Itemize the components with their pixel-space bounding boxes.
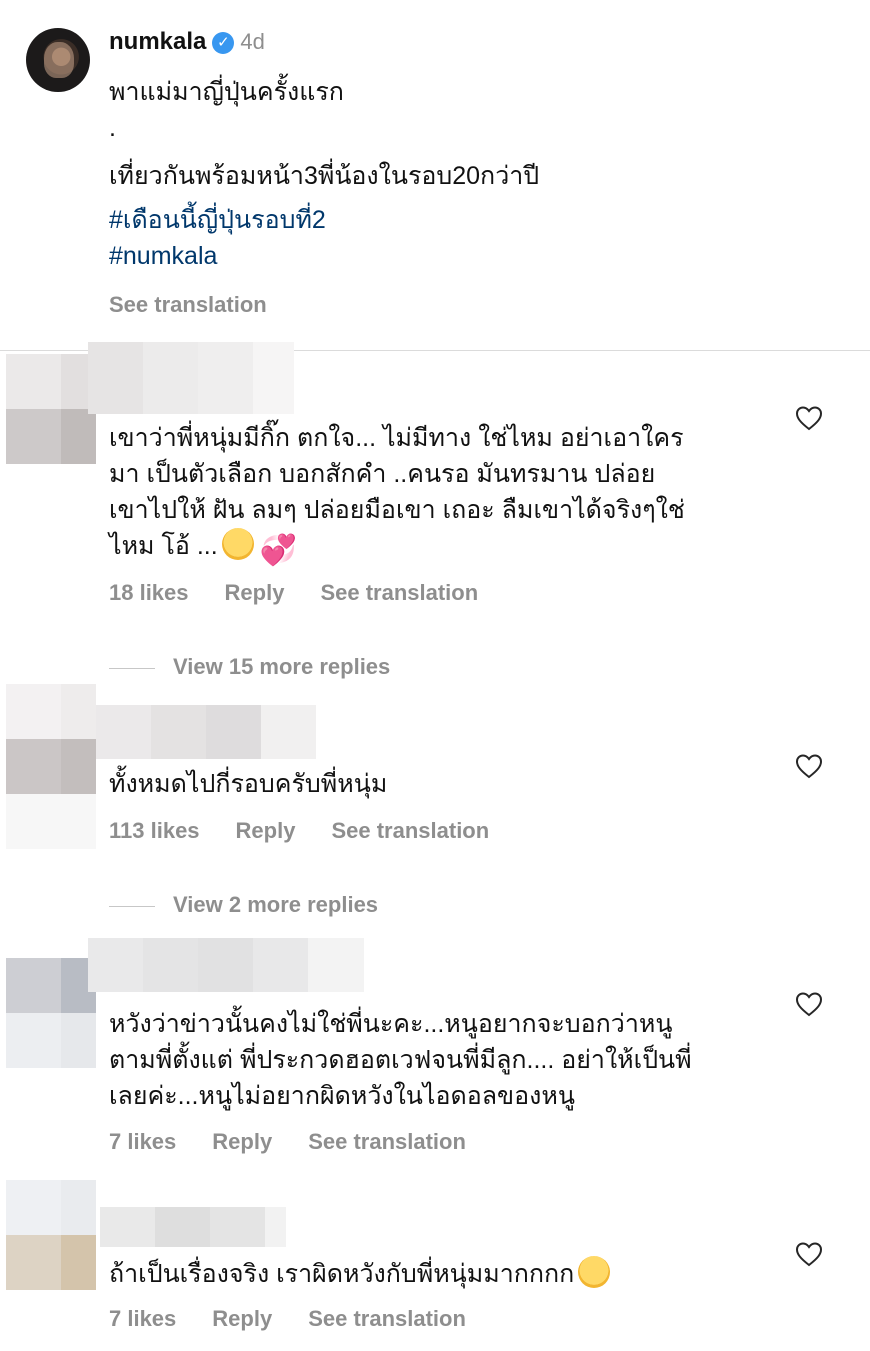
- post-username[interactable]: numkala: [109, 28, 206, 55]
- reply-button[interactable]: Reply: [212, 1306, 272, 1331]
- see-translation-link[interactable]: See translation: [109, 292, 267, 318]
- commenter-username-blurred[interactable]: [100, 1207, 286, 1247]
- comment-text: เขาว่าพี่หนุ่มมีกิ๊ก ตกใจ... ไม่มีทาง ใช…: [109, 420, 769, 567]
- comment-text: หวังว่าข่าวนั้นคงไม่ใช่พี่นะคะ...หนูอยาก…: [109, 1010, 692, 1110]
- see-translation-link[interactable]: See translation: [308, 1129, 466, 1154]
- comment-meta: 18 likes Reply See translation: [109, 580, 514, 606]
- commenter-username-blurred[interactable]: [96, 705, 316, 759]
- commenter-avatar-blurred[interactable]: [6, 1180, 96, 1290]
- hashtag-link[interactable]: #เดือนนี้ญี่ปุ่นรอบที่2: [109, 200, 326, 240]
- commenter-avatar-blurred[interactable]: [6, 684, 96, 849]
- reply-button[interactable]: Reply: [225, 580, 285, 605]
- commenter-avatar-blurred[interactable]: [6, 354, 96, 464]
- verified-badge-icon: ✓: [212, 32, 235, 54]
- comment-meta: 7 likes Reply See translation: [109, 1129, 502, 1155]
- see-translation-link[interactable]: See translation: [308, 1306, 466, 1331]
- commenter-username-blurred[interactable]: [88, 938, 364, 992]
- post-author-avatar[interactable]: [26, 28, 90, 92]
- commenter-avatar-blurred[interactable]: [6, 958, 96, 1068]
- heart-emoji: 💞: [259, 534, 298, 567]
- like-heart-icon[interactable]: [795, 753, 823, 779]
- comment-likes[interactable]: 7 likes: [109, 1129, 176, 1154]
- view-more-replies[interactable]: View 15 more replies: [109, 654, 390, 680]
- replies-line: [109, 905, 155, 907]
- comment-text-body: เขาว่าพี่หนุ่มมีกิ๊ก ตกใจ... ไม่มีทาง ใช…: [109, 424, 685, 560]
- see-translation-link[interactable]: See translation: [320, 580, 478, 605]
- post-time: 4d: [240, 29, 265, 54]
- hashtag-link[interactable]: #numkala: [109, 242, 217, 271]
- commenter-username-blurred[interactable]: [88, 342, 294, 414]
- reply-button[interactable]: Reply: [212, 1129, 272, 1154]
- comment-likes[interactable]: 113 likes: [109, 818, 200, 843]
- view-more-replies[interactable]: View 2 more replies: [109, 892, 378, 918]
- comment-likes[interactable]: 7 likes: [109, 1306, 176, 1331]
- post-caption-line: .: [109, 114, 116, 142]
- crying-face-emoji: [578, 1256, 611, 1288]
- post-caption-line: พาแม่มาญี่ปุ่นครั้งแรก: [109, 78, 344, 106]
- like-heart-icon[interactable]: [795, 991, 823, 1017]
- view-replies-label: View 2 more replies: [173, 892, 379, 917]
- sad-face-emoji: [221, 528, 254, 560]
- comment-text: ทั้งหมดไปกี่รอบครับพี่หนุ่ม: [109, 770, 388, 798]
- post-header: numkala ✓ 4d: [109, 28, 265, 56]
- comment-meta: 113 likes Reply See translation: [109, 818, 525, 844]
- comment-text: ถ้าเป็นเรื่องจริง เราผิดหวังกับพี่หนุ่มม…: [109, 1256, 769, 1292]
- like-heart-icon[interactable]: [795, 405, 823, 431]
- view-replies-label: View 15 more replies: [173, 654, 391, 679]
- post-caption-line: เที่ยวกันพร้อมหน้า3พี่น้องในรอบ20กว่าปี: [109, 162, 540, 190]
- reply-button[interactable]: Reply: [236, 818, 296, 843]
- comment-text-body: ถ้าเป็นเรื่องจริง เราผิดหวังกับพี่หนุ่มม…: [109, 1260, 575, 1288]
- replies-line: [109, 667, 155, 669]
- comment-likes[interactable]: 18 likes: [109, 580, 189, 605]
- like-heart-icon[interactable]: [795, 1241, 823, 1267]
- comment-meta: 7 likes Reply See translation: [109, 1306, 502, 1332]
- see-translation-link[interactable]: See translation: [331, 818, 489, 843]
